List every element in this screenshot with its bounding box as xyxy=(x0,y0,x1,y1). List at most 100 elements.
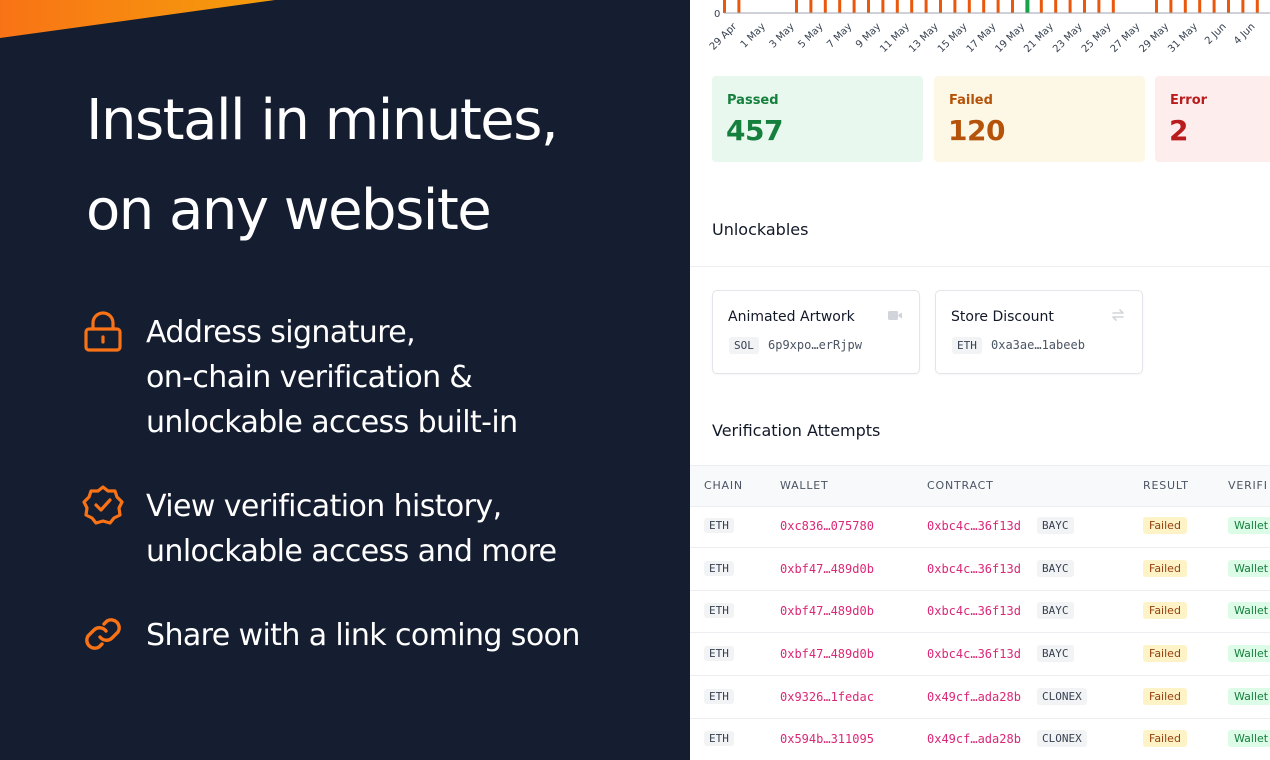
chart-bar[interactable] xyxy=(1083,0,1086,13)
contract-address[interactable]: 0x49cf…ada28b xyxy=(927,690,1021,704)
failed-stat-card[interactable]: Failed 120 xyxy=(934,76,1145,162)
chart-bar[interactable] xyxy=(939,0,942,13)
contract-address[interactable]: 0xbc4c…36f13d xyxy=(927,647,1021,661)
chart-x-tick-label: 25 May xyxy=(1080,21,1114,55)
verification-attempts-heading: Verification Attempts xyxy=(712,421,881,440)
feature-2-line-1: View verification history, xyxy=(146,489,502,524)
chart-x-tick-label: 29 May xyxy=(1137,21,1171,55)
chart-bar[interactable] xyxy=(1111,0,1115,13)
chart-bar[interactable] xyxy=(1025,0,1030,13)
chart-bar[interactable] xyxy=(1255,0,1259,13)
wallet-address[interactable]: 0x594b…311095 xyxy=(780,732,874,746)
chart-bar[interactable] xyxy=(996,0,1000,13)
attempts-table-header: CHAIN WALLET CONTRACT RESULT VERIFI xyxy=(690,465,1270,507)
chart-x-tick-label: 2 Jun xyxy=(1203,21,1229,47)
chart-bar[interactable] xyxy=(723,0,726,13)
link-icon xyxy=(85,618,121,650)
wallet-address[interactable]: 0xbf47…489d0b xyxy=(780,604,874,618)
verified-badge-icon xyxy=(82,485,124,525)
feature-3-line-1: Share with a link coming soon xyxy=(146,618,580,653)
column-header-chain[interactable]: CHAIN xyxy=(704,479,743,492)
column-header-wallet[interactable]: WALLET xyxy=(780,479,829,492)
chart-bar[interactable] xyxy=(910,0,914,13)
verification-badge: Wallet xyxy=(1228,645,1270,662)
lock-icon xyxy=(84,311,122,352)
feature-share: Share with a link coming soon xyxy=(82,613,580,658)
chart-bar[interactable] xyxy=(1198,0,1202,13)
chart-x-tick-label: 23 May xyxy=(1051,21,1085,55)
error-stat-card[interactable]: Error 2 xyxy=(1155,76,1270,162)
chart-bar[interactable] xyxy=(852,0,856,13)
chart-bar[interactable] xyxy=(1241,0,1245,13)
chart-bar[interactable] xyxy=(1097,0,1101,13)
contract-address[interactable]: 0x49cf…ada28b xyxy=(927,732,1021,746)
contract-address[interactable]: 0xbc4c…36f13d xyxy=(927,604,1021,618)
unlockable-name: Animated Artwork xyxy=(728,309,855,325)
promo-headline: Install in minutes, on any website xyxy=(86,76,676,256)
chain-badge: ETH xyxy=(704,689,734,704)
contract-address[interactable]: 0xbc4c…36f13d xyxy=(927,519,1021,533)
table-row[interactable]: ETH 0xbf47…489d0b 0xbc4c…36f13d BAYC Fai… xyxy=(690,633,1270,676)
headline-line-1: Install in minutes, xyxy=(86,88,559,153)
chart-x-tick-label: 15 May xyxy=(936,21,970,55)
chart-x-tick-label: 31 May xyxy=(1166,21,1200,55)
table-row[interactable]: ETH 0x9326…1fedac 0x49cf…ada28b CLONEX F… xyxy=(690,676,1270,719)
column-header-result[interactable]: RESULT xyxy=(1143,479,1189,492)
result-badge: Failed xyxy=(1143,602,1187,619)
chart-x-tick-label: 29 Apr xyxy=(708,21,740,53)
chart-bar[interactable] xyxy=(982,0,986,13)
chain-badge: SOL xyxy=(729,337,759,354)
result-badge: Failed xyxy=(1143,688,1187,705)
chart-bar[interactable] xyxy=(795,0,798,13)
column-header-contract[interactable]: CONTRACT xyxy=(927,479,994,492)
chart-bar[interactable] xyxy=(1011,0,1014,13)
wallet-address[interactable]: 0xc836…075780 xyxy=(780,519,874,533)
chart-bar[interactable] xyxy=(1039,0,1043,13)
chart-bar[interactable] xyxy=(1054,0,1058,13)
chain-badge: ETH xyxy=(704,518,734,533)
table-row[interactable]: ETH 0x594b…311095 0x49cf…ada28b CLONEX F… xyxy=(690,718,1270,760)
result-badge: Failed xyxy=(1143,730,1187,747)
unlockable-name: Store Discount xyxy=(951,309,1054,325)
verification-badge: Wallet xyxy=(1228,517,1270,534)
unlockable-card-store-discount[interactable]: Store Discount ETH 0xa3ae…1abeeb xyxy=(935,290,1143,374)
chart-x-tick-label: 17 May xyxy=(965,21,999,55)
chart-bar[interactable] xyxy=(823,0,827,13)
chain-badge: ETH xyxy=(704,646,734,661)
wallet-address[interactable]: 0xbf47…489d0b xyxy=(780,562,874,576)
feature-signature: Address signature, on-chain verification… xyxy=(82,310,518,445)
collection-badge: CLONEX xyxy=(1037,730,1087,747)
chart-bar[interactable] xyxy=(1212,0,1216,13)
video-icon xyxy=(888,311,902,320)
chart-bar[interactable] xyxy=(924,0,928,13)
table-row[interactable]: ETH 0xbf47…489d0b 0xbc4c…36f13d BAYC Fai… xyxy=(690,590,1270,633)
result-badge: Failed xyxy=(1143,517,1187,534)
chart-bar[interactable] xyxy=(1068,0,1072,13)
chart-bar[interactable] xyxy=(881,0,885,13)
chart-bar[interactable] xyxy=(1183,0,1187,13)
table-row[interactable]: ETH 0xc836…075780 0xbc4c…36f13d BAYC Fai… xyxy=(690,505,1270,548)
chart-bar[interactable] xyxy=(1227,0,1230,13)
table-row[interactable]: ETH 0xbf47…489d0b 0xbc4c…36f13d BAYC Fai… xyxy=(690,548,1270,591)
chain-badge: ETH xyxy=(952,337,982,354)
chart-bar[interactable] xyxy=(809,0,813,13)
chart-bar[interactable] xyxy=(867,0,870,13)
section-divider xyxy=(690,266,1270,267)
contract-address[interactable]: 0xbc4c…36f13d xyxy=(927,562,1021,576)
chart-bar[interactable] xyxy=(953,0,957,13)
chart-x-tick-label: 1 May xyxy=(739,21,768,50)
chart-x-tick-label: 13 May xyxy=(907,21,941,55)
chart-bar[interactable] xyxy=(1169,0,1173,13)
chart-bar[interactable] xyxy=(1155,0,1158,13)
column-header-verification[interactable]: VERIFI xyxy=(1228,479,1268,492)
chart-bar[interactable] xyxy=(895,0,899,13)
passed-stat-card[interactable]: Passed 457 xyxy=(712,76,923,162)
failed-count: 120 xyxy=(948,114,1005,147)
chart-bar[interactable] xyxy=(737,0,741,13)
wallet-address[interactable]: 0x9326…1fedac xyxy=(780,690,874,704)
error-label: Error xyxy=(1170,93,1208,108)
wallet-address[interactable]: 0xbf47…489d0b xyxy=(780,647,874,661)
chart-bar[interactable] xyxy=(838,0,842,13)
unlockable-card-animated-artwork[interactable]: Animated Artwork SOL 6p9xpo…erRjpw xyxy=(712,290,920,374)
chart-bar[interactable] xyxy=(967,0,971,13)
